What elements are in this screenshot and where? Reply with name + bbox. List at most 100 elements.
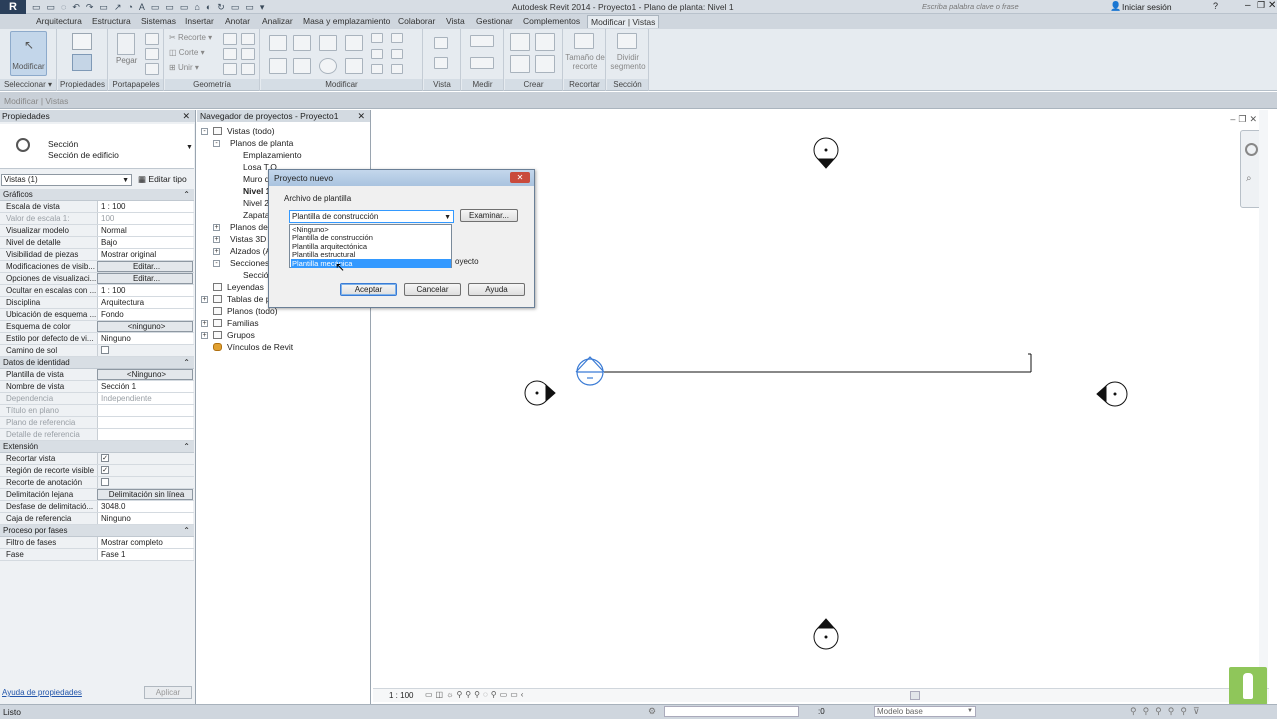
property-value[interactable]: Editar... bbox=[97, 261, 193, 272]
tree-item-leyendas[interactable]: Leyendas bbox=[227, 282, 264, 292]
tab-gestionar[interactable]: Gestionar bbox=[476, 16, 513, 26]
split-segment-icon[interactable] bbox=[617, 33, 637, 49]
property-row-filtro-de-fases[interactable]: Filtro de fases Mostrar completo bbox=[0, 537, 194, 549]
scale-icon[interactable] bbox=[371, 64, 383, 74]
checkbox[interactable]: ✓ bbox=[101, 453, 109, 462]
create-group-icon[interactable] bbox=[535, 33, 555, 51]
template-select[interactable]: Plantilla de construcción ▼ bbox=[289, 210, 454, 223]
tab-colaborar[interactable]: Colaborar bbox=[398, 16, 435, 26]
offset-icon[interactable] bbox=[293, 35, 311, 51]
measure-icon[interactable] bbox=[470, 35, 494, 47]
property-value[interactable]: Fondo bbox=[97, 309, 193, 320]
tree-item-grupos[interactable]: Grupos bbox=[227, 330, 255, 340]
tab-complementos[interactable]: Complementos bbox=[523, 16, 580, 26]
property-row-region-de-recorte-visible[interactable]: Región de recorte visible ✓ bbox=[0, 465, 194, 477]
section-line[interactable] bbox=[604, 353, 1032, 373]
property-row-nivel-de-detalle[interactable]: Nivel de detalle Bajo bbox=[0, 237, 194, 249]
user-icon[interactable]: 👤 bbox=[1110, 1, 1121, 12]
crop-size-icon[interactable] bbox=[574, 33, 594, 49]
tab-sistemas[interactable]: Sistemas bbox=[141, 16, 176, 26]
paste-icon[interactable] bbox=[117, 33, 135, 55]
align-icon[interactable] bbox=[269, 35, 287, 51]
expand-toggle-icon[interactable]: + bbox=[201, 320, 208, 327]
design-options-select[interactable]: Modelo base ▼ bbox=[874, 706, 976, 717]
minimize-button[interactable]: ‒ bbox=[1245, 0, 1251, 11]
copy-element-icon[interactable] bbox=[293, 58, 311, 74]
apply-button[interactable]: Aplicar bbox=[144, 686, 192, 699]
geometry-icon-6[interactable] bbox=[241, 63, 255, 75]
property-value[interactable]: Ninguno bbox=[97, 333, 193, 344]
edit-type-button[interactable]: ▦ Editar tipo bbox=[138, 174, 187, 185]
delete-icon[interactable] bbox=[391, 64, 403, 74]
chevron-down-icon[interactable]: ▼ bbox=[186, 144, 193, 151]
section-head-marker[interactable] bbox=[575, 356, 605, 386]
template-dropdown-list[interactable]: <Ninguno> Plantilla de construcción Plan… bbox=[289, 224, 452, 268]
property-row-ubicacion-de-esquema[interactable]: Ubicación de esquema ... Fondo bbox=[0, 309, 194, 321]
properties-help-link[interactable]: Ayuda de propiedades bbox=[2, 688, 82, 697]
tree-item-emplazamiento[interactable]: Emplazamiento bbox=[243, 150, 302, 160]
tree-item-nivel-2[interactable]: Nivel 2 bbox=[243, 198, 269, 208]
selection-filter-icons[interactable]: ⚲⚲⚲⚲⚲⊽ bbox=[1130, 706, 1206, 717]
property-value[interactable]: 100 bbox=[97, 213, 193, 224]
dimension-icon[interactable] bbox=[470, 57, 494, 69]
checkbox[interactable]: ✓ bbox=[101, 465, 109, 474]
help-icon[interactable]: ? bbox=[1213, 1, 1218, 11]
tab-analizar[interactable]: Analizar bbox=[262, 16, 293, 26]
override-icon[interactable] bbox=[434, 57, 448, 69]
geometry-icon-4[interactable] bbox=[241, 48, 255, 60]
property-value[interactable]: Normal bbox=[97, 225, 193, 236]
app-logo-icon[interactable]: R bbox=[0, 0, 26, 14]
type-selector[interactable]: Sección Sección de edificio ▼ bbox=[0, 124, 194, 169]
option-mecanica[interactable]: Plantilla mecánica bbox=[291, 259, 451, 268]
unir-button[interactable]: ⊞ Unir ▾ bbox=[169, 63, 199, 72]
zoom-icon[interactable]: ⌕ bbox=[1246, 173, 1252, 184]
option-estructural[interactable]: Plantilla estructural bbox=[291, 250, 451, 259]
property-row-ocultar-en-escalas-con[interactable]: Ocultar en escalas con ... 1 : 100 bbox=[0, 285, 194, 297]
property-value[interactable] bbox=[97, 345, 193, 356]
category-extension[interactable]: Extensión ⌃ bbox=[0, 441, 194, 453]
cancel-button[interactable]: Cancelar bbox=[404, 283, 461, 296]
rotate-icon[interactable] bbox=[319, 58, 337, 74]
property-value[interactable]: Independiente bbox=[97, 393, 193, 404]
property-value[interactable]: ✓ bbox=[97, 465, 193, 476]
match-icon[interactable] bbox=[145, 63, 159, 75]
close-icon[interactable]: ✕ bbox=[357, 110, 365, 122]
tab-masa[interactable]: Masa y emplazamiento bbox=[303, 16, 390, 26]
property-row-visibilidad-de-piezas[interactable]: Visibilidad de piezas Mostrar original bbox=[0, 249, 194, 261]
split-icon[interactable] bbox=[371, 33, 383, 43]
property-value[interactable]: 1 : 100 bbox=[97, 285, 193, 296]
property-row-delimitacion-lejana[interactable]: Delimitación lejana Delimitación sin líne… bbox=[0, 489, 194, 501]
property-value[interactable] bbox=[97, 405, 193, 416]
expand-toggle-icon[interactable]: + bbox=[213, 224, 220, 231]
property-row-dependencia[interactable]: Dependencia Independiente bbox=[0, 393, 194, 405]
property-row-titulo-en-plano[interactable]: Título en plano bbox=[0, 405, 194, 417]
hide-icon[interactable] bbox=[434, 37, 448, 49]
expand-toggle-icon[interactable]: + bbox=[213, 248, 220, 255]
elevation-marker-west[interactable] bbox=[524, 380, 556, 406]
corte-button[interactable]: ◫ Corte ▾ bbox=[169, 48, 205, 57]
create-parts-icon[interactable] bbox=[510, 55, 530, 73]
property-row-desfase-de-delimitacio[interactable]: Desfase de delimitació... 3048.0 bbox=[0, 501, 194, 513]
elevation-marker-south[interactable] bbox=[813, 618, 839, 650]
property-row-camino-de-sol[interactable]: Camino de sol bbox=[0, 345, 194, 357]
tree-item-vistas-todo[interactable]: Vistas (todo) bbox=[227, 126, 275, 136]
expand-toggle-icon[interactable]: - bbox=[201, 128, 208, 135]
property-value[interactable]: 3048.0 bbox=[97, 501, 193, 512]
tab-estructura[interactable]: Estructura bbox=[92, 16, 131, 26]
property-value[interactable]: <Ninguno> bbox=[97, 369, 193, 380]
tree-item-planos-de-planta[interactable]: Planos de planta bbox=[230, 138, 293, 148]
property-row-recorte-de-anotacion[interactable]: Recorte de anotación bbox=[0, 477, 194, 489]
property-row-plantilla-de-vista[interactable]: Plantilla de vista <Ninguno> bbox=[0, 369, 194, 381]
modify-button[interactable]: ↖ Modificar bbox=[10, 31, 47, 76]
dialog-titlebar[interactable]: Proyecto nuevo ✕ bbox=[269, 170, 534, 186]
create-assembly-icon[interactable] bbox=[510, 33, 530, 51]
property-row-estilo-por-defecto-de-vi[interactable]: Estilo por defecto de vi... Ninguno bbox=[0, 333, 194, 345]
geometry-icon-2[interactable] bbox=[241, 33, 255, 45]
geometry-icon-3[interactable] bbox=[223, 48, 237, 60]
quick-access-toolbar[interactable]: ▭▭◌↶↷▭↗◔A▭▭▭⌂◐↻▭▭▾ bbox=[32, 2, 322, 12]
steering-wheel-icon[interactable] bbox=[1245, 143, 1258, 156]
mirror-axis-icon[interactable] bbox=[319, 35, 337, 51]
expand-toggle-icon[interactable]: + bbox=[213, 236, 220, 243]
create-similar-icon[interactable] bbox=[535, 55, 555, 73]
property-value[interactable]: Fase 1 bbox=[97, 549, 193, 560]
